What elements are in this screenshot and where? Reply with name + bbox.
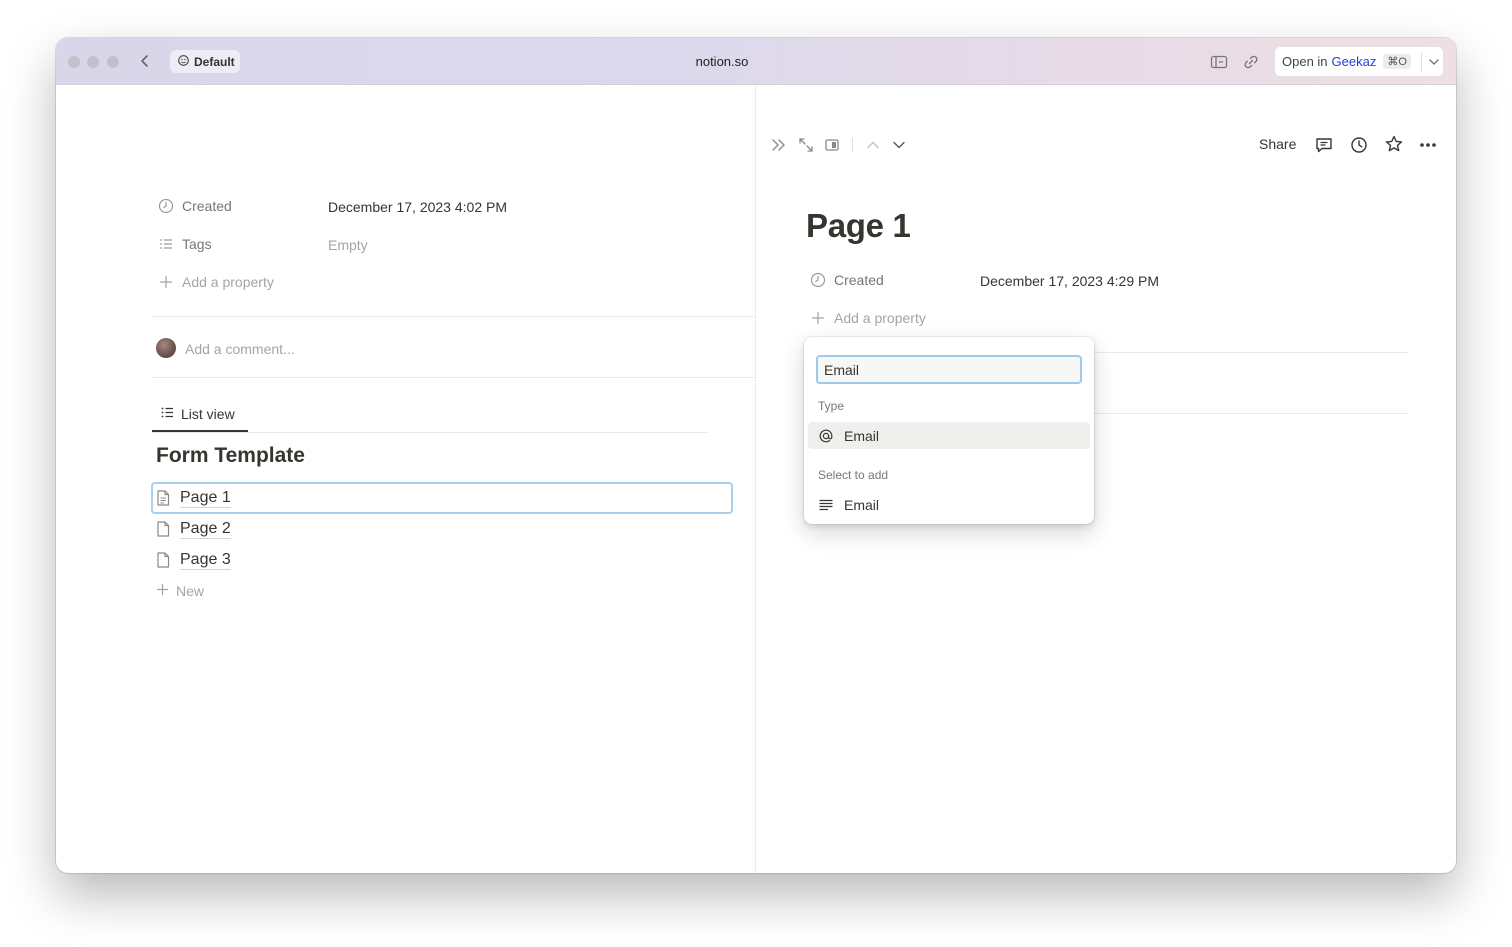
share-button[interactable]: Share	[1259, 136, 1296, 152]
open-in-shortcut: ⌘O	[1383, 54, 1411, 69]
page-icon	[154, 520, 172, 538]
database-title: Form Template	[156, 444, 305, 467]
selected-row-highlight	[151, 482, 733, 514]
avatar	[156, 338, 176, 358]
browser-window: Default notion.so Open in Geekaz ⌘O Crea…	[56, 38, 1456, 873]
clock-icon	[810, 272, 826, 288]
option-label: Email	[844, 427, 880, 444]
type-section-label: Type	[818, 399, 845, 413]
chevron-down-icon[interactable]	[1428, 55, 1440, 69]
property-name-input[interactable]	[816, 355, 1082, 384]
property-type-email-option[interactable]: Email	[808, 422, 1090, 449]
list-icon	[158, 236, 174, 252]
list-item[interactable]: Page 1	[154, 488, 231, 508]
add-property-label: Add a property	[834, 310, 926, 326]
close-peek-icon[interactable]	[770, 136, 788, 154]
tab-label: List view	[181, 406, 235, 422]
new-item-label: New	[176, 583, 205, 599]
plus-icon	[156, 583, 169, 599]
open-in-label: Open in	[1282, 54, 1328, 69]
existing-property-email-option[interactable]: Email	[808, 491, 1090, 518]
extension-icon[interactable]	[1209, 52, 1229, 72]
chevron-down-icon[interactable]	[890, 136, 908, 154]
copy-link-icon[interactable]	[1241, 52, 1261, 72]
tab-list-view[interactable]: List view	[160, 405, 235, 423]
list-item[interactable]: Page 3	[154, 550, 231, 570]
add-property-button[interactable]: Add a property	[810, 310, 926, 326]
property-tags-value[interactable]: Empty	[328, 237, 368, 253]
divider	[152, 377, 755, 378]
expand-icon[interactable]	[797, 136, 815, 154]
select-section-label: Select to add	[818, 468, 889, 482]
property-created-value[interactable]: December 17, 2023 4:02 PM	[328, 199, 507, 215]
list-item[interactable]: Page 2	[154, 519, 231, 539]
browser-titlebar: Default notion.so Open in Geekaz ⌘O	[56, 38, 1456, 85]
property-tags[interactable]: Tags	[158, 236, 212, 252]
list-item-title: Page 1	[180, 489, 231, 508]
history-icon[interactable]	[1349, 135, 1369, 155]
plus-icon	[158, 274, 174, 290]
property-name: Created	[182, 198, 232, 214]
star-icon[interactable]	[1384, 134, 1404, 154]
property-name: Created	[834, 272, 884, 288]
clock-icon	[158, 198, 174, 214]
option-label: Email	[844, 496, 880, 513]
property-created[interactable]: Created	[158, 198, 232, 214]
comment-icon[interactable]	[1314, 135, 1334, 155]
side-peek-icon[interactable]	[823, 136, 841, 154]
comment-input[interactable]: Add a comment...	[185, 341, 295, 357]
property-created[interactable]: Created	[810, 272, 884, 288]
chevron-up-icon[interactable]	[864, 136, 882, 154]
list-item-title: Page 3	[180, 551, 231, 570]
at-icon	[818, 428, 834, 444]
plus-icon	[810, 310, 826, 326]
more-icon[interactable]	[1418, 135, 1438, 155]
toolbar-separator	[852, 138, 853, 152]
open-in-app-name: Geekaz	[1331, 54, 1377, 69]
page-icon	[154, 551, 172, 569]
address-bar[interactable]: notion.so	[56, 54, 1388, 69]
page-icon	[154, 489, 172, 507]
open-in-app-button[interactable]: Open in Geekaz ⌘O	[1274, 46, 1444, 77]
new-item-button[interactable]: New	[156, 583, 204, 599]
text-lines-icon	[818, 497, 834, 513]
open-in-separator	[1421, 53, 1422, 72]
divider	[152, 316, 755, 317]
add-property-button[interactable]: Add a property	[158, 274, 274, 290]
property-type-menu: Type Email Select to add Email	[804, 337, 1094, 524]
property-name: Tags	[182, 236, 212, 252]
add-property-label: Add a property	[182, 274, 274, 290]
list-view-icon	[160, 405, 175, 423]
page-title[interactable]: Page 1	[806, 207, 911, 245]
left-page-pane: Created December 17, 2023 4:02 PM Tags E…	[56, 86, 755, 873]
property-created-value[interactable]: December 17, 2023 4:29 PM	[980, 273, 1159, 289]
list-item-title: Page 2	[180, 520, 231, 539]
divider	[152, 432, 708, 433]
